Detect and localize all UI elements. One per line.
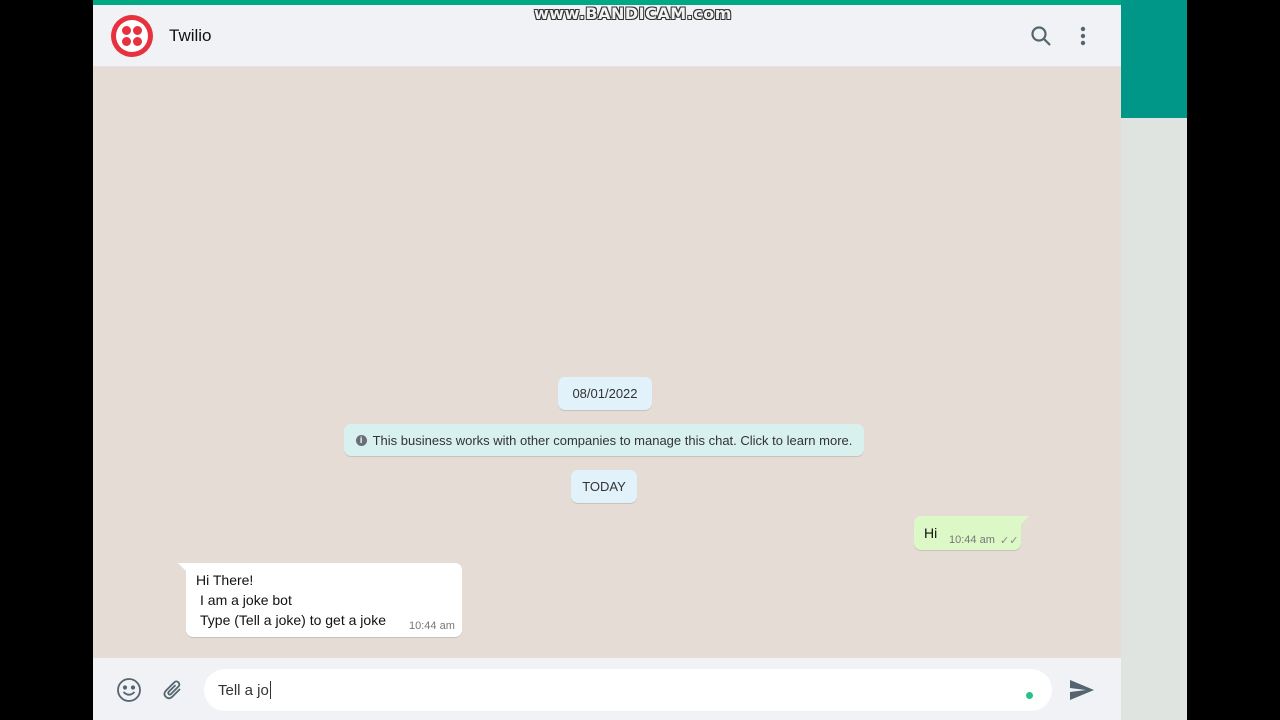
more-vertical-icon[interactable] (1070, 23, 1096, 49)
double-tick-icon: ✓✓ (1000, 535, 1019, 547)
text-caret (269, 681, 271, 699)
message-input-value: Tell a jo (218, 681, 269, 699)
message-time: 10:44 am (949, 534, 995, 546)
business-notice[interactable]: i This business works with other compani… (344, 424, 864, 456)
incoming-message[interactable]: Hi There! I am a joke bot Type (Tell a j… (178, 563, 462, 637)
status-dot (1026, 692, 1033, 699)
today-divider: TODAY (571, 470, 637, 503)
message-text: Hi (924, 525, 938, 541)
composer-bar: Tell a jo (93, 658, 1121, 720)
logo-dot (133, 37, 142, 46)
twilio-logo-inner (116, 20, 148, 52)
twilio-logo[interactable] (111, 15, 153, 57)
emoji-icon[interactable] (115, 676, 143, 704)
send-icon[interactable] (1068, 676, 1096, 704)
outgoing-message[interactable]: Hi 10:44 am ✓✓ (914, 516, 1029, 550)
info-icon: i (355, 434, 367, 446)
chat-title[interactable]: Twilio (169, 26, 212, 46)
logo-dot (133, 26, 142, 35)
date-divider: 08/01/2022 (558, 377, 652, 410)
chat-window: Twilio 08/01/2022 i This business works … (93, 5, 1121, 720)
bubble-tail (178, 563, 186, 571)
attach-icon[interactable] (159, 676, 187, 704)
message-line: I am a joke bot (200, 592, 292, 608)
logo-dot (122, 26, 131, 35)
side-panel-header (1121, 0, 1187, 118)
bubble-tail (1021, 516, 1029, 524)
message-list[interactable]: 08/01/2022 i This business works with ot… (93, 67, 1121, 658)
business-notice-text: This business works with other companies… (372, 432, 853, 448)
recorder-watermark: www.BANDICAM.com (534, 4, 732, 23)
message-line: Type (Tell a joke) to get a joke (200, 612, 386, 628)
message-line: Hi There! (196, 572, 254, 588)
search-icon[interactable] (1028, 23, 1054, 49)
message-time: 10:44 am (409, 620, 455, 632)
logo-dot (122, 37, 131, 46)
message-input[interactable]: Tell a jo (204, 669, 1052, 711)
side-panel (1121, 0, 1187, 720)
